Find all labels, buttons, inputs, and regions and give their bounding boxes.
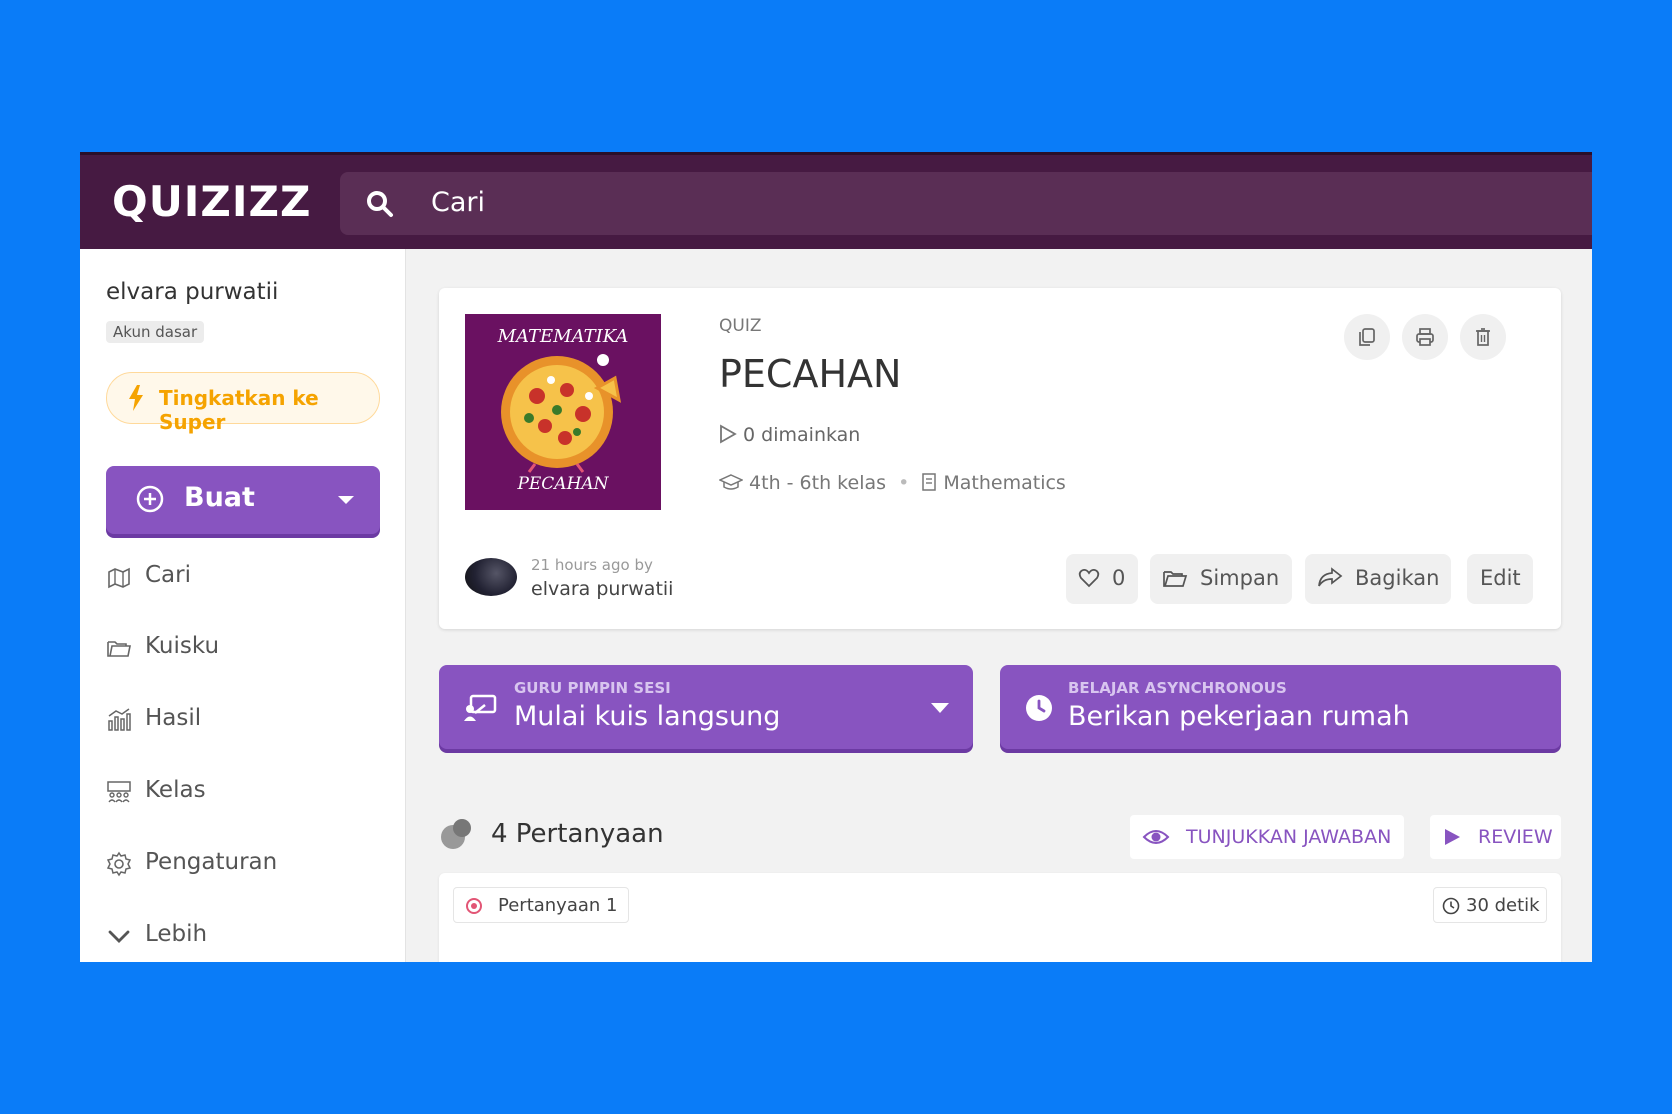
show-answers-button[interactable]: TUNJUKKAN JAWABAN <box>1130 815 1404 859</box>
grade-text: 4th - 6th kelas <box>749 472 887 494</box>
share-label: Bagikan <box>1355 566 1440 590</box>
upgrade-label: Tingkatkan ke Super <box>159 386 319 434</box>
meta-separator: • <box>898 472 910 494</box>
share-button[interactable]: Bagikan <box>1305 554 1451 604</box>
share-icon <box>1318 567 1343 587</box>
sidebar-item-label: Kuisku <box>145 633 220 659</box>
question-count-header: 4 Pertanyaan <box>439 815 739 855</box>
printer-icon <box>1416 328 1434 346</box>
clock-icon <box>1442 897 1460 915</box>
play-outline-icon <box>720 424 737 444</box>
author-avatar[interactable] <box>465 558 517 596</box>
upgrade-button[interactable]: Tingkatkan ke Super <box>106 372 380 434</box>
caret-down-icon[interactable] <box>931 703 949 713</box>
show-answers-label: TUNJUKKAN JAWABAN <box>1186 826 1392 848</box>
sidebar: elvara purwatii Akun dasar Tingkatkan ke… <box>80 249 406 962</box>
review-label: REVIEW <box>1478 826 1553 848</box>
sidebar-item-label: Cari <box>145 562 191 588</box>
folder-icon <box>1163 571 1188 587</box>
question-bubbles-icon <box>441 819 471 849</box>
book-icon <box>922 473 937 491</box>
duplicate-button[interactable] <box>1344 314 1390 360</box>
review-button[interactable]: REVIEW <box>1430 815 1561 859</box>
delete-button[interactable] <box>1460 314 1506 360</box>
quiz-type-label: QUIZ <box>719 316 762 336</box>
search-input[interactable]: Cari <box>431 187 485 218</box>
async-label: Berikan pekerjaan rumah <box>1068 701 1410 732</box>
create-label: Buat <box>184 482 255 513</box>
eye-icon <box>1142 830 1170 844</box>
like-button[interactable]: 0 <box>1066 554 1138 604</box>
chevron-down-icon <box>108 930 130 943</box>
quiz-title: PECAHAN <box>719 352 902 396</box>
print-button[interactable] <box>1402 314 1448 360</box>
async-caption: BELAJAR ASYNCHRONOUS <box>1068 679 1287 697</box>
sidebar-item-label: Hasil <box>145 705 202 731</box>
edit-button[interactable]: Edit <box>1467 554 1533 604</box>
account-badge: Akun dasar <box>106 321 205 343</box>
target-icon <box>466 898 482 914</box>
sidebar-item-label: Lebih <box>145 921 208 947</box>
chart-icon <box>108 708 131 731</box>
question-number: Pertanyaan 1 <box>498 895 618 916</box>
question-time-tag: 30 detik <box>1433 887 1547 923</box>
assign-homework-button[interactable]: BELAJAR ASYNCHRONOUS Berikan pekerjaan r… <box>1000 665 1561 749</box>
quiz-thumbnail: MATEMATIKA PECAHAN <box>465 314 661 510</box>
folder-icon <box>107 641 131 657</box>
quizizz-logo[interactable]: QUIZIZZ <box>112 177 311 226</box>
plus-circle-icon <box>136 485 164 513</box>
start-live-quiz-button[interactable]: GURU PIMPIN SESI Mulai kuis langsung <box>439 665 973 749</box>
clock-icon <box>1026 695 1052 721</box>
caret-down-icon[interactable] <box>338 496 354 504</box>
question-number-tag: Pertanyaan 1 <box>453 887 629 923</box>
presenter-icon <box>464 694 497 721</box>
like-count: 0 <box>1112 566 1126 590</box>
copy-icon <box>1359 328 1375 346</box>
quiz-info-card: MATEMATIKA PECAHAN QUIZ PECAHAN 0 dimain… <box>439 288 1561 629</box>
heart-icon <box>1078 569 1100 588</box>
graduation-cap-icon <box>718 474 744 490</box>
sidebar-item-label: Kelas <box>145 777 206 803</box>
save-button[interactable]: Simpan <box>1150 554 1292 604</box>
search-icon <box>367 191 393 217</box>
trash-icon <box>1476 328 1490 346</box>
classroom-icon <box>107 781 131 803</box>
created-time: 21 hours ago by <box>531 556 653 574</box>
played-count: 0 dimainkan <box>719 424 860 446</box>
question-count: 4 Pertanyaan <box>491 819 664 849</box>
gear-icon <box>106 851 132 877</box>
live-session-caption: GURU PIMPIN SESI <box>514 679 671 697</box>
create-button[interactable]: Buat <box>106 466 380 534</box>
search-map-icon <box>108 567 130 589</box>
thumbnail-subtitle: PECAHAN <box>517 474 609 494</box>
quizizz-app-window: QUIZIZZ Cari elvara purwatii Akun dasar … <box>80 152 1592 962</box>
played-text: 0 dimainkan <box>743 424 861 446</box>
save-label: Simpan <box>1200 566 1280 590</box>
subject-text: Mathematics <box>943 472 1066 494</box>
user-name: elvara purwatii <box>106 279 279 305</box>
question-time: 30 detik <box>1466 895 1540 916</box>
edit-label: Edit <box>1480 566 1521 590</box>
author-name[interactable]: elvara purwatii <box>531 578 673 600</box>
search-bar[interactable]: Cari <box>340 172 1592 235</box>
sidebar-item-label: Pengaturan <box>145 849 278 875</box>
live-session-label: Mulai kuis langsung <box>514 701 781 732</box>
play-icon <box>1445 829 1460 845</box>
question-card[interactable]: Pertanyaan 1 30 detik <box>439 873 1561 962</box>
lightning-icon <box>129 385 143 411</box>
top-bar: QUIZIZZ Cari <box>80 155 1592 249</box>
quiz-meta: 4th - 6th kelas • Mathematics <box>718 472 1066 494</box>
